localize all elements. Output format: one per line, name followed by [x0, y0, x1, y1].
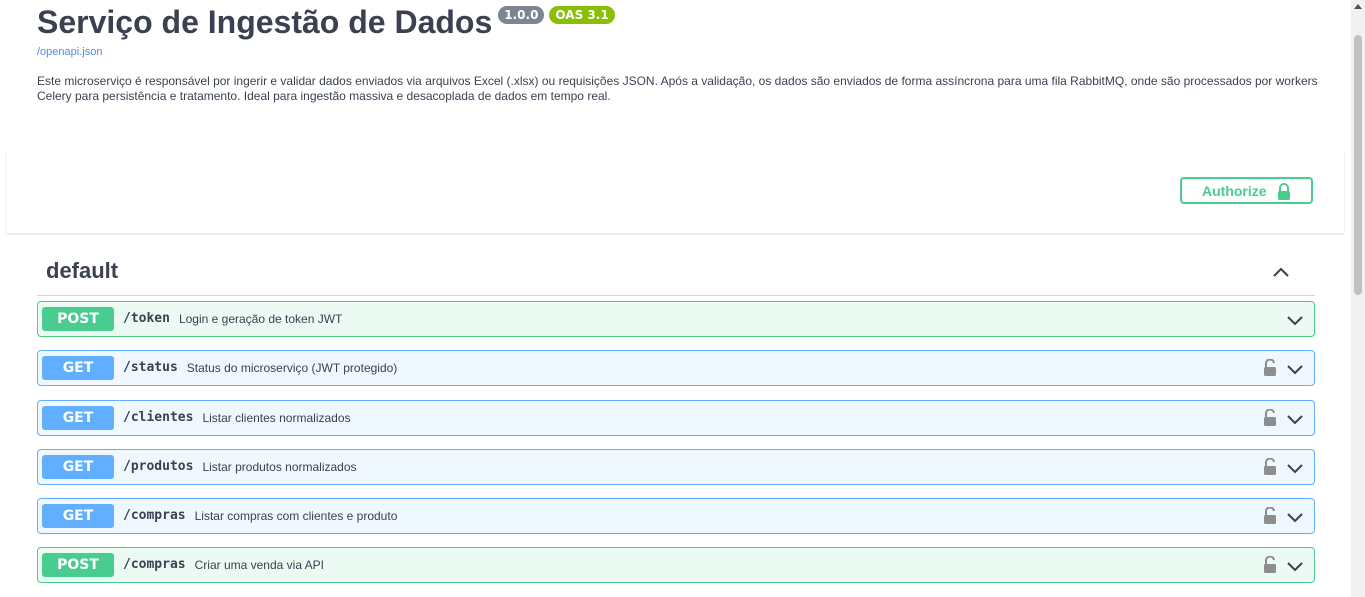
scroll-up-arrow-icon[interactable] — [1354, 4, 1362, 9]
tag-name: default — [46, 258, 119, 283]
unlocked-icon[interactable] — [1263, 556, 1277, 574]
operation-row[interactable]: POST/compras Criar uma venda via API — [37, 547, 1315, 583]
method-badge: GET — [42, 356, 114, 380]
page-title: Serviço de Ingestão de Dados — [37, 4, 493, 40]
unlocked-icon[interactable] — [1263, 359, 1277, 377]
operation-path: /token — [123, 311, 170, 326]
chevron-down-icon[interactable] — [1286, 459, 1304, 477]
operation-row[interactable]: POST/token Login e geração de token JWT — [37, 301, 1315, 337]
operation-row[interactable]: GET/compras Listar compras com clientes e… — [37, 498, 1315, 534]
operation-path: /clientes — [123, 410, 194, 425]
operation-path: /produtos — [123, 459, 194, 474]
title-row: Serviço de Ingestão de Dados 1.0.0 OAS 3… — [37, 0, 1327, 44]
operation-summary: Criar uma venda via API — [194, 558, 325, 572]
operation-row[interactable]: GET/status Status do microserviço (JWT pr… — [37, 350, 1315, 386]
chevron-down-icon[interactable] — [1286, 508, 1304, 526]
method-badge: GET — [42, 504, 114, 528]
unlocked-icon[interactable] — [1263, 507, 1277, 525]
lock-icon — [1278, 183, 1290, 200]
operation-summary: Listar clientes normalizados — [202, 411, 351, 425]
operation-summary: Login e geração de token JWT — [178, 312, 343, 326]
chevron-down-icon[interactable] — [1286, 360, 1304, 378]
operation-summary: Status do microserviço (JWT protegido) — [186, 361, 398, 375]
chevron-down-icon[interactable] — [1286, 311, 1304, 329]
operation-row[interactable]: GET/produtos Listar produtos normalizados — [37, 449, 1315, 485]
chevron-up-icon[interactable] — [1271, 262, 1291, 282]
method-badge: GET — [42, 455, 114, 479]
unlocked-icon[interactable] — [1263, 409, 1277, 427]
chevron-down-icon[interactable] — [1286, 557, 1304, 575]
method-badge: POST — [42, 307, 114, 331]
operation-row[interactable]: GET/clientes Listar clientes normalizados — [37, 400, 1315, 436]
api-description: Este microserviço é responsável por inge… — [37, 74, 1318, 103]
version-badge: 1.0.0 — [498, 6, 545, 24]
tag-section-default[interactable]: default — [37, 252, 1315, 296]
api-info: Serviço de Ingestão de Dados 1.0.0 OAS 3… — [37, 0, 1327, 104]
method-badge: GET — [42, 406, 114, 430]
openapi-json-link[interactable]: /openapi.json — [37, 46, 1327, 58]
oas-badge: OAS 3.1 — [549, 6, 615, 24]
scheme-container: Authorize — [7, 150, 1344, 233]
authorize-button[interactable]: Authorize — [1180, 177, 1313, 204]
operation-summary: Listar produtos normalizados — [202, 460, 357, 474]
chevron-down-icon[interactable] — [1286, 410, 1304, 428]
operation-path: /compras — [123, 508, 186, 523]
operation-path: /compras — [123, 557, 186, 572]
unlocked-icon[interactable] — [1263, 458, 1277, 476]
scrollbar[interactable] — [1351, 0, 1365, 597]
operation-summary: Listar compras com clientes e produto — [194, 509, 398, 523]
authorize-label: Authorize — [1202, 182, 1267, 199]
operation-path: /status — [123, 360, 178, 375]
scrollbar-thumb[interactable] — [1354, 35, 1362, 295]
method-badge: POST — [42, 553, 114, 577]
